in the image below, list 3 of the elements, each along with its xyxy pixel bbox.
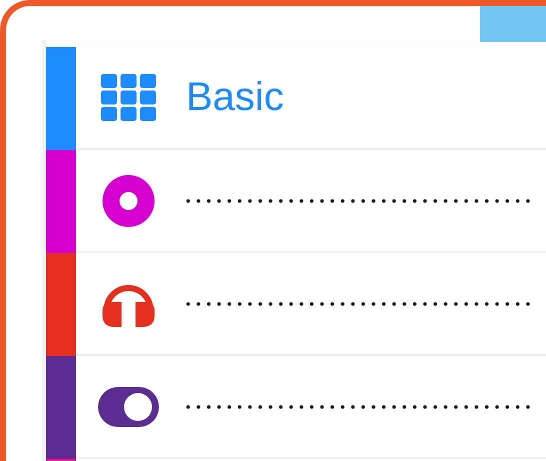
- category-title: Basic: [186, 75, 284, 120]
- toggle-icon: [98, 386, 159, 426]
- grid-icon: [98, 74, 159, 121]
